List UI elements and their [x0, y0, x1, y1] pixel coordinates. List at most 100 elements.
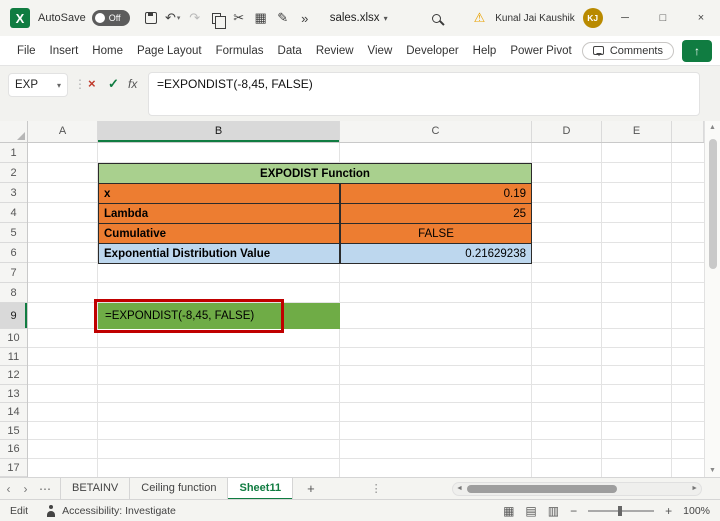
add-sheet-button[interactable]: +: [307, 481, 315, 496]
row-header-9[interactable]: 9: [0, 303, 27, 329]
zoom-out-icon[interactable]: −: [570, 504, 577, 518]
cell-b2-table-title[interactable]: EXPODIST Function: [98, 163, 532, 184]
row-header-2[interactable]: 2: [0, 163, 27, 183]
enter-button[interactable]: ✓: [108, 76, 119, 92]
redo-icon[interactable]: ↷: [184, 7, 206, 29]
horizontal-scroll-thumb[interactable]: [467, 485, 617, 493]
row-header-6[interactable]: 6: [0, 243, 27, 263]
gridline: [671, 143, 672, 477]
ribbon-tab-developer[interactable]: Developer: [399, 36, 465, 66]
zoom-slider-thumb[interactable]: [618, 505, 623, 516]
sheet-tab-sheet11[interactable]: Sheet11: [228, 477, 294, 500]
maximize-button[interactable]: □: [644, 0, 682, 36]
grid-body[interactable]: EXPODIST Function x 0.19 Lambda 25 Cumul…: [28, 143, 704, 477]
normal-view-icon[interactable]: ▦: [503, 504, 514, 518]
format-painter-icon[interactable]: ✎: [272, 7, 294, 29]
status-bar: Edit Accessibility: Investigate ▦ ▤ ▥ − …: [0, 499, 720, 521]
autosave-toggle[interactable]: Off: [91, 10, 130, 26]
scroll-up-icon[interactable]: ▲: [705, 124, 720, 131]
zoom-level[interactable]: 100%: [683, 505, 710, 517]
name-box[interactable]: EXP ▾: [8, 73, 68, 97]
share-button[interactable]: ↑: [682, 39, 712, 62]
row-header-17[interactable]: 17: [0, 459, 27, 477]
row-header-11[interactable]: 11: [0, 348, 27, 366]
sheet-nav-left-icon[interactable]: ‹: [0, 482, 17, 496]
column-header-D[interactable]: D: [532, 121, 602, 142]
select-all-corner[interactable]: [0, 121, 28, 142]
table-icon[interactable]: ▦: [250, 7, 272, 29]
save-icon[interactable]: [140, 7, 162, 29]
vertical-scrollbar[interactable]: ▲ ▼: [704, 121, 720, 477]
column-header-E[interactable]: E: [602, 121, 672, 142]
cut-icon[interactable]: ✂: [228, 7, 250, 29]
search-icon[interactable]: [426, 7, 448, 29]
ribbon-tab-formulas[interactable]: Formulas: [209, 36, 271, 66]
accessibility-status[interactable]: Accessibility: Investigate: [62, 505, 176, 517]
cell-b3-label[interactable]: x: [98, 183, 340, 204]
minimize-button[interactable]: ─: [606, 0, 644, 36]
column-header-partial[interactable]: [672, 121, 704, 142]
ribbon-tab-page-layout[interactable]: Page Layout: [130, 36, 209, 66]
formula-input[interactable]: =EXPONDIST(-8,45, FALSE): [148, 72, 700, 116]
row-header-4[interactable]: 4: [0, 203, 27, 223]
ribbon-tab-data[interactable]: Data: [271, 36, 309, 66]
cell-b4-label[interactable]: Lambda: [98, 203, 340, 224]
ribbon-tab-file[interactable]: File: [10, 36, 43, 66]
copy-icon[interactable]: [206, 7, 228, 29]
document-title[interactable]: sales.xlsx ▾: [330, 12, 388, 24]
row-header-5[interactable]: 5: [0, 223, 27, 243]
user-name[interactable]: Kunal Jai Kaushik: [495, 13, 575, 24]
cell-b9-formula[interactable]: =EXPONDIST(-8,45, FALSE): [98, 303, 340, 329]
zoom-in-icon[interactable]: +: [665, 504, 672, 518]
cell-c6-value[interactable]: 0.21629238: [340, 243, 532, 264]
sheet-list-icon[interactable]: ⋯: [34, 482, 56, 496]
column-header-A[interactable]: A: [28, 121, 98, 142]
ribbon-tab-power-pivot[interactable]: Power Pivot: [503, 36, 578, 66]
row-header-7[interactable]: 7: [0, 263, 27, 283]
comments-button[interactable]: Comments: [581, 41, 674, 60]
titlebar: X AutoSave Off ↶ ▾ ↷ ✂ ▦ ✎ » sales.xlsx ▾…: [0, 0, 720, 36]
horizontal-scrollbar[interactable]: ◄ ►: [452, 482, 702, 496]
ribbon-tab-insert[interactable]: Insert: [43, 36, 86, 66]
undo-icon[interactable]: ↶ ▾: [162, 7, 184, 29]
row-header-13[interactable]: 13: [0, 385, 27, 403]
sheet-tab-ceiling-function[interactable]: Ceiling function: [130, 477, 229, 500]
ribbon-tab-view[interactable]: View: [361, 36, 400, 66]
column-header-C[interactable]: C: [340, 121, 532, 142]
accessibility-icon: [46, 504, 56, 517]
excel-logo-icon[interactable]: X: [10, 8, 30, 28]
zoom-slider[interactable]: [588, 505, 655, 516]
insert-function-button[interactable]: fx: [128, 77, 137, 91]
row-header-3[interactable]: 3: [0, 183, 27, 203]
cell-c4-value[interactable]: 25: [340, 203, 532, 224]
cell-b6-label[interactable]: Exponential Distribution Value: [98, 243, 340, 264]
scroll-left-icon[interactable]: ◄: [456, 485, 463, 492]
scroll-down-icon[interactable]: ▼: [705, 467, 720, 474]
vertical-scroll-thumb[interactable]: [709, 139, 717, 269]
row-header-1[interactable]: 1: [0, 143, 27, 163]
cell-c5-value[interactable]: FALSE: [340, 223, 532, 244]
page-break-view-icon[interactable]: ▥: [548, 504, 559, 518]
cancel-button[interactable]: ×: [88, 76, 96, 91]
row-header-10[interactable]: 10: [0, 329, 27, 348]
cell-c3-value[interactable]: 0.19: [340, 183, 532, 204]
ribbon-tab-home[interactable]: Home: [85, 36, 130, 66]
sheet-nav-right-icon[interactable]: ›: [17, 482, 34, 496]
page-layout-view-icon[interactable]: ▤: [525, 504, 536, 518]
row-header-8[interactable]: 8: [0, 283, 27, 303]
row-header-12[interactable]: 12: [0, 366, 27, 385]
column-header-B[interactable]: B: [98, 121, 340, 142]
sheet-tab-betainv[interactable]: BETAINV: [60, 477, 131, 500]
ribbon-tab-review[interactable]: Review: [309, 36, 361, 66]
ribbon-tab-help[interactable]: Help: [466, 36, 504, 66]
save-disk-icon: [144, 12, 157, 24]
cell-b5-label[interactable]: Cumulative: [98, 223, 340, 244]
close-button[interactable]: ×: [682, 0, 720, 36]
row-header-14[interactable]: 14: [0, 403, 27, 422]
warning-icon[interactable]: ⚠: [474, 10, 486, 26]
scroll-right-icon[interactable]: ►: [691, 485, 698, 492]
row-header-15[interactable]: 15: [0, 422, 27, 440]
row-header-16[interactable]: 16: [0, 440, 27, 459]
avatar[interactable]: KJ: [582, 8, 603, 28]
more-commands-icon[interactable]: »: [294, 7, 316, 29]
